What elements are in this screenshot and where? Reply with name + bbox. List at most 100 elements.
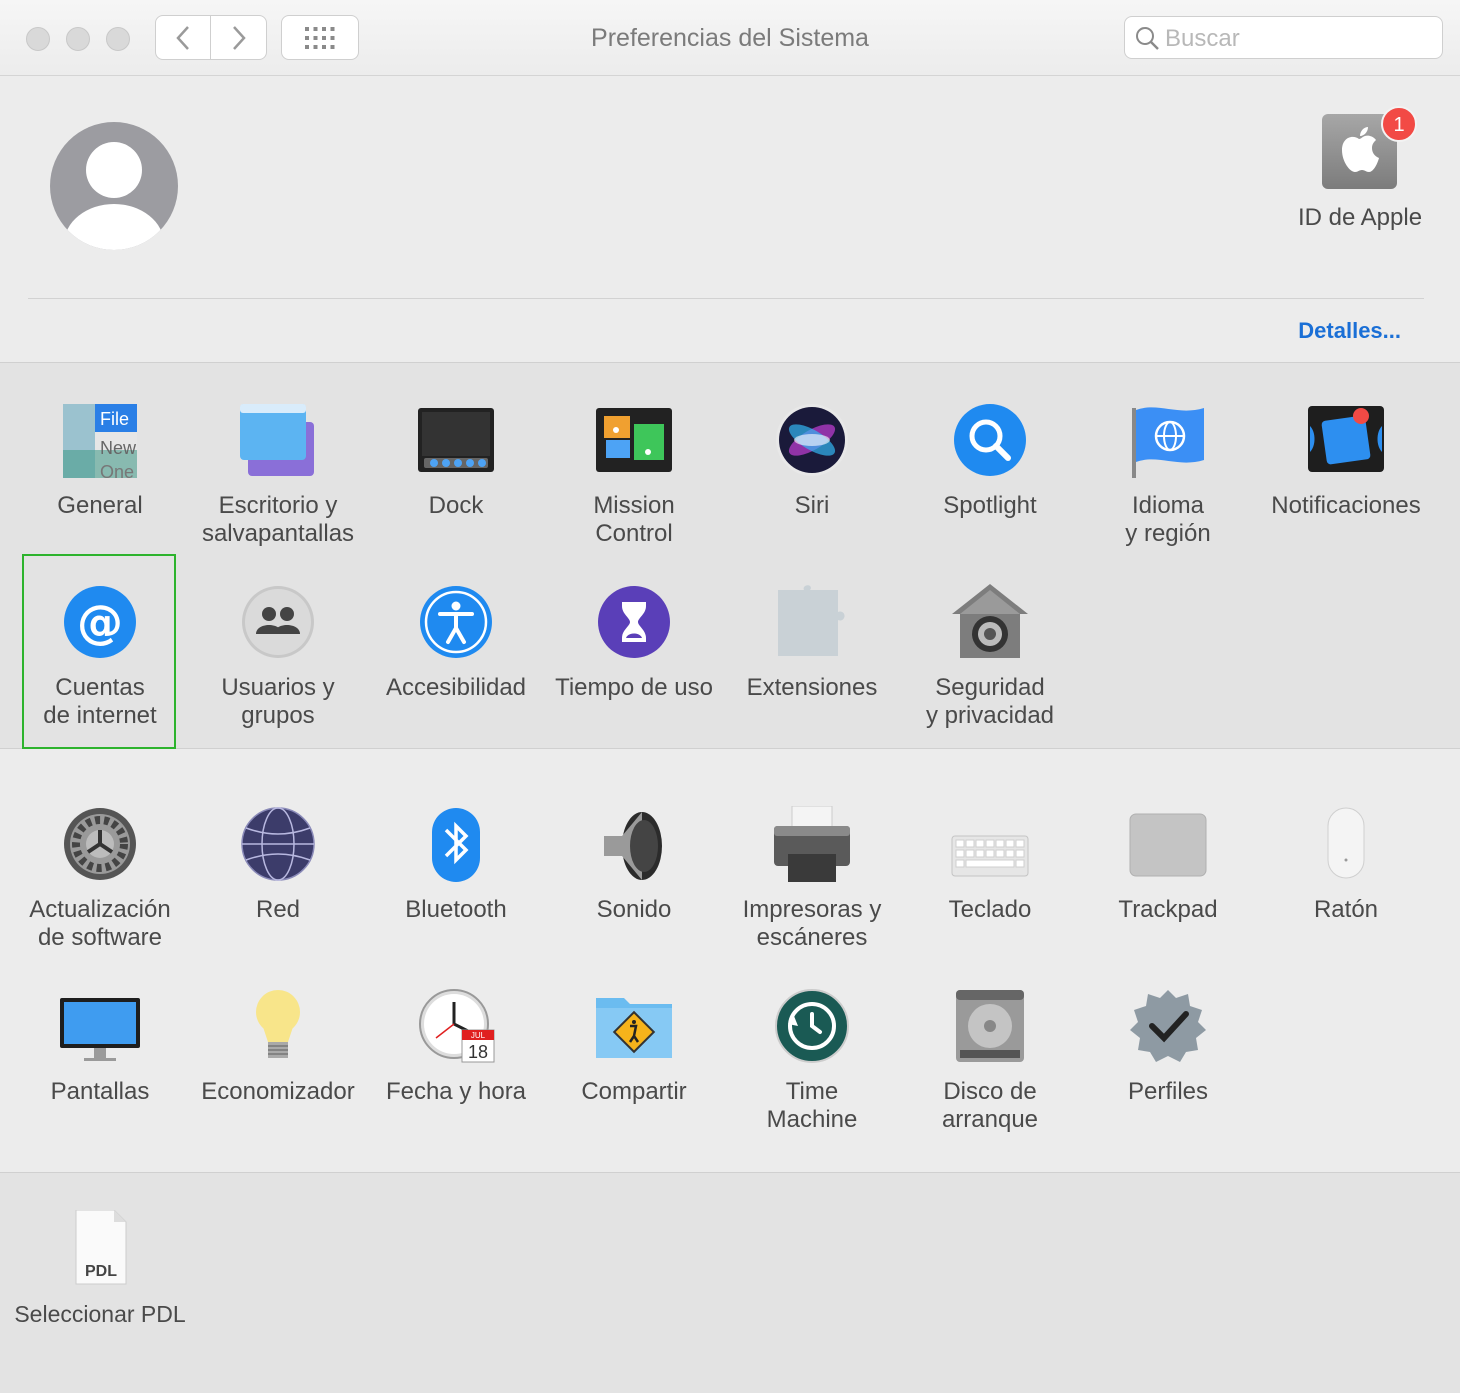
screen-time-icon xyxy=(594,584,674,664)
pane-label: Bluetooth xyxy=(405,896,507,923)
calendar-month-text: JUL xyxy=(471,1031,486,1040)
pane-keyboard[interactable]: Teclado xyxy=(904,806,1076,956)
pane-spotlight[interactable]: Spotlight xyxy=(904,402,1076,552)
pane-energy-saver[interactable]: Economizador xyxy=(192,988,364,1138)
pane-label: Impresoras y escáneres xyxy=(742,896,882,951)
notification-badge: 1 xyxy=(1381,106,1417,142)
pane-label: Red xyxy=(255,896,301,923)
pane-desktop-screensaver[interactable]: Escritorio y salvapantallas xyxy=(192,402,364,552)
pane-label: Fecha y hora xyxy=(385,1078,527,1105)
pane-internet-accounts[interactable]: @ Cuentas de internet xyxy=(14,584,186,734)
pane-notifications[interactable]: Notificaciones xyxy=(1260,402,1432,552)
pdl-file-icon: PDL xyxy=(60,1209,140,1290)
pane-label: Pantallas xyxy=(50,1078,150,1105)
pane-label: Seleccionar PDL xyxy=(14,1301,186,1327)
pane-label: Dock xyxy=(428,492,484,519)
network-icon xyxy=(238,806,318,886)
keyboard-icon xyxy=(950,806,1030,886)
time-machine-icon xyxy=(772,988,852,1068)
users-groups-icon xyxy=(238,584,318,664)
pane-label: Perfiles xyxy=(1127,1078,1209,1105)
pdl-icon-text: PDL xyxy=(85,1263,117,1280)
notifications-icon xyxy=(1306,402,1386,482)
divider xyxy=(28,298,1424,299)
printers-scanners-icon xyxy=(772,805,852,886)
internet-accounts-icon: @ xyxy=(60,584,140,664)
search-field[interactable] xyxy=(1124,16,1443,59)
language-region-icon xyxy=(1128,402,1208,482)
pane-label: Idioma y región xyxy=(1125,492,1211,547)
pane-label: Compartir xyxy=(581,1078,687,1105)
pane-software-update[interactable]: Actualización de software xyxy=(14,806,186,956)
general-icon: File New One xyxy=(60,402,140,482)
pane-label: General xyxy=(57,492,143,519)
pane-sound[interactable]: Sonido xyxy=(548,806,720,956)
pane-label: Ratón xyxy=(1313,896,1379,923)
pane-label: Mission Control xyxy=(593,492,675,547)
pane-displays[interactable]: Pantallas xyxy=(14,988,186,1138)
other-section xyxy=(0,1173,1460,1393)
pane-time-machine[interactable]: Time Machine xyxy=(726,988,898,1138)
pane-trackpad[interactable]: Trackpad xyxy=(1082,806,1254,956)
pane-accessibility[interactable]: Accesibilidad xyxy=(370,584,542,734)
pane-screen-time[interactable]: Tiempo de uso xyxy=(548,584,720,734)
pane-label: Trackpad xyxy=(1118,896,1218,923)
desktop-screensaver-icon xyxy=(238,402,318,482)
pane-siri[interactable]: Siri xyxy=(726,402,898,552)
details-link[interactable]: Detalles... xyxy=(1298,318,1401,344)
pane-label: Spotlight xyxy=(943,492,1037,519)
pane-sharing[interactable]: Compartir xyxy=(548,988,720,1138)
pane-label: Cuentas de internet xyxy=(43,674,157,729)
pane-label: Usuarios y grupos xyxy=(221,674,335,729)
profiles-icon xyxy=(1128,988,1208,1068)
search-input[interactable] xyxy=(1163,21,1437,56)
pane-extensions[interactable]: Extensiones xyxy=(726,584,898,734)
user-avatar[interactable] xyxy=(50,122,178,250)
apple-id-label: ID de Apple xyxy=(1297,204,1423,231)
mission-control-icon xyxy=(594,402,674,482)
pane-label: Sonido xyxy=(596,896,672,923)
calendar-day-text: 18 xyxy=(468,1042,488,1062)
apple-id-pane[interactable]: 1 ID de Apple xyxy=(1280,106,1440,242)
date-time-icon: JUL 18 xyxy=(416,988,496,1068)
pane-label: Notificaciones xyxy=(1271,492,1421,519)
sharing-icon xyxy=(594,988,674,1068)
displays-icon xyxy=(60,988,140,1068)
search-icon xyxy=(1136,27,1159,50)
pane-date-time[interactable]: JUL 18 Fecha y hora xyxy=(370,988,542,1138)
siri-icon xyxy=(772,402,852,482)
pane-profiles[interactable]: Perfiles xyxy=(1082,988,1254,1138)
pane-language-region[interactable]: Idioma y región xyxy=(1082,402,1254,552)
spotlight-icon xyxy=(950,402,1030,482)
person-silhouette-icon xyxy=(64,142,164,250)
sound-icon xyxy=(594,806,674,886)
pane-printers-scanners[interactable]: Impresoras y escáneres xyxy=(726,805,898,956)
bluetooth-icon xyxy=(416,806,496,886)
general-icon-text-1: File xyxy=(100,409,129,429)
mouse-icon xyxy=(1306,806,1386,886)
pane-startup-disk[interactable]: Disco de arranque xyxy=(904,988,1076,1138)
pane-label: Time Machine xyxy=(766,1078,858,1133)
svg-text:@: @ xyxy=(77,595,123,649)
pane-users-groups[interactable]: Usuarios y grupos xyxy=(192,584,364,734)
general-icon-text-3: One xyxy=(100,462,134,482)
pane-general[interactable]: File New One General xyxy=(14,402,186,552)
pane-select-pdl[interactable]: PDL Seleccionar PDL xyxy=(14,1209,186,1340)
pane-label: Tiempo de uso xyxy=(555,674,713,701)
pane-bluetooth[interactable]: Bluetooth xyxy=(370,806,542,956)
pane-network[interactable]: Red xyxy=(192,806,364,956)
pane-label: Disco de arranque xyxy=(941,1078,1039,1133)
pane-label: Extensiones xyxy=(746,674,878,701)
software-update-icon xyxy=(60,806,140,886)
pane-security-privacy[interactable]: Seguridad y privacidad xyxy=(904,584,1076,734)
pane-mission-control[interactable]: Mission Control xyxy=(548,402,720,552)
security-privacy-icon xyxy=(950,584,1030,664)
pane-mouse[interactable]: Ratón xyxy=(1260,806,1432,956)
pane-label: Accesibilidad xyxy=(385,674,527,701)
pane-label: Economizador xyxy=(201,1078,355,1105)
pane-label: Seguridad y privacidad xyxy=(925,674,1055,729)
extensions-icon xyxy=(772,584,852,664)
title-bar: Preferencias del Sistema xyxy=(0,0,1460,76)
pane-dock[interactable]: Dock xyxy=(370,402,542,552)
energy-saver-icon xyxy=(238,988,318,1068)
